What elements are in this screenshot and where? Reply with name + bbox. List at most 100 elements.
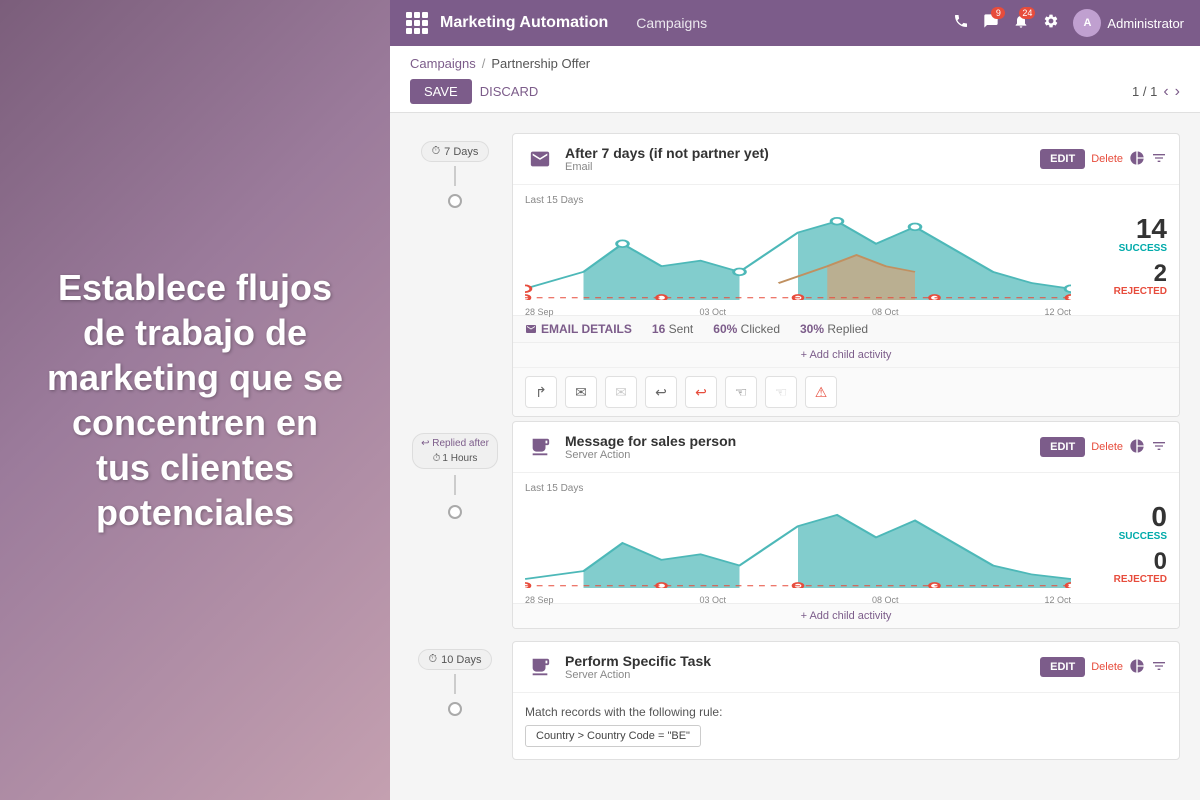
- replied-stat: 30% Replied: [800, 322, 868, 336]
- replied-connector: ↩ Replied after ⏱ 1 Hours: [410, 421, 500, 519]
- trigger-label-1: ⏱ 7 Days: [421, 141, 490, 162]
- chat-icon[interactable]: 9: [983, 13, 999, 34]
- flow-row-3: ⏱ 10 Days Perform Specific Task Server A…: [410, 641, 1180, 768]
- add-child-1[interactable]: + Add child activity: [513, 342, 1179, 367]
- rejected-label-2: REJECTED: [1087, 574, 1167, 585]
- card-actions-2: EDIT Delete: [1040, 437, 1167, 457]
- chart-label-2: Last 15 Days: [525, 483, 1071, 494]
- chart-icon-3[interactable]: [1129, 658, 1145, 677]
- clock-icon-1: ⏱: [432, 145, 441, 158]
- pagination-info: 1 / 1: [1132, 84, 1157, 99]
- card-actions-3: EDIT Delete: [1040, 657, 1167, 677]
- card-title-wrap-1: After 7 days (if not partner yet) Email: [565, 145, 1030, 173]
- chart-area-2: Last 15 Days: [513, 473, 1179, 603]
- add-child-2[interactable]: + Add child activity: [513, 603, 1179, 628]
- sent-stat: 16 Sent: [652, 322, 693, 336]
- breadcrumb-bar: Campaigns / Partnership Offer SAVE DISCA…: [390, 46, 1200, 113]
- left-panel: Establece flujos de trabajo de marketing…: [0, 0, 390, 800]
- action-icon-reply1[interactable]: ↩: [645, 376, 677, 408]
- action-bar: SAVE DISCARD 1 / 1 ‹ ›: [410, 79, 1180, 112]
- hero-text: Establece flujos de trabajo de marketing…: [40, 265, 350, 535]
- edit-button-3[interactable]: EDIT: [1040, 657, 1085, 677]
- bell-badge: 24: [1019, 7, 1035, 19]
- server-icon-3: [525, 652, 555, 682]
- chart-stats-2: 0 SUCCESS 0 REJECTED: [1087, 483, 1167, 593]
- action-icon-hand1[interactable]: ☜: [725, 376, 757, 408]
- avatar-initials: A: [1073, 9, 1101, 37]
- breadcrumb-campaigns[interactable]: Campaigns: [410, 56, 476, 71]
- success-num-1: 14: [1087, 215, 1167, 243]
- flow-dot-3: [448, 702, 462, 716]
- topbar: Marketing Automation Campaigns 9 24 A Ad…: [390, 0, 1200, 46]
- email-details-bar: EMAIL DETAILS 16 Sent 60% Clicked 30% Re…: [513, 315, 1179, 342]
- rejected-num-1: 2: [1087, 262, 1167, 286]
- action-icon-fork[interactable]: ↱: [525, 376, 557, 408]
- prev-button[interactable]: ‹: [1163, 83, 1168, 101]
- card-title-3: Perform Specific Task: [565, 653, 1030, 669]
- activity-card-3: Perform Specific Task Server Action EDIT…: [512, 641, 1180, 760]
- trigger-label-3: ⏱ 10 Days: [418, 649, 493, 670]
- flow-dot-1: [448, 194, 462, 208]
- trigger-1: ⏱ 7 Days: [410, 133, 500, 208]
- card-header-1: After 7 days (if not partner yet) Email …: [513, 134, 1179, 185]
- settings-icon[interactable]: [1043, 13, 1059, 34]
- card-actions-1: EDIT Delete: [1040, 149, 1167, 169]
- card-header-2: Message for sales person Server Action E…: [513, 422, 1179, 473]
- action-icons-row: ↱ ✉ ✉ ↩ ↩ ☜ ☜ ⚠: [513, 367, 1179, 416]
- filter-icon-1[interactable]: [1151, 150, 1167, 169]
- user-avatar[interactable]: A Administrator: [1073, 9, 1184, 37]
- action-icon-warning[interactable]: ⚠: [805, 376, 837, 408]
- action-icon-email1[interactable]: ✉: [565, 376, 597, 408]
- card-subtitle-3: Server Action: [565, 669, 1030, 681]
- next-button[interactable]: ›: [1175, 83, 1180, 101]
- chat-badge: 9: [991, 7, 1005, 19]
- breadcrumb-current: Partnership Offer: [491, 56, 590, 71]
- card-title-2: Message for sales person: [565, 433, 1030, 449]
- breadcrumb-separator: /: [482, 56, 486, 71]
- card-title-wrap-3: Perform Specific Task Server Action: [565, 653, 1030, 681]
- chart-x-labels-2: 28 Sep 03 Oct 08 Oct 12 Oct: [525, 595, 1071, 605]
- app-title: Marketing Automation: [440, 14, 608, 32]
- topbar-nav-campaigns[interactable]: Campaigns: [636, 15, 707, 31]
- edit-button-1[interactable]: EDIT: [1040, 149, 1085, 169]
- flow-line-3: [454, 674, 456, 694]
- chart-1: Last 15 Days: [525, 195, 1071, 305]
- discard-button[interactable]: DISCARD: [480, 84, 539, 99]
- server-icon-2: [525, 432, 555, 462]
- chart-stats-1: 14 SUCCESS 2 REJECTED: [1087, 195, 1167, 305]
- email-icon: [525, 144, 555, 174]
- success-label-1: SUCCESS: [1087, 243, 1167, 254]
- delete-button-1[interactable]: Delete: [1091, 153, 1123, 165]
- phone-icon[interactable]: [953, 13, 969, 34]
- edit-button-2[interactable]: EDIT: [1040, 437, 1085, 457]
- chart-area-1: Last 15 Days: [513, 185, 1179, 315]
- flow-row-2: ↩ Replied after ⏱ 1 Hours: [410, 421, 1180, 633]
- rejected-label-1: REJECTED: [1087, 286, 1167, 297]
- breadcrumb: Campaigns / Partnership Offer: [410, 56, 1180, 71]
- replied-label: ↩ Replied after ⏱ 1 Hours: [412, 433, 498, 469]
- bell-icon[interactable]: 24: [1013, 13, 1029, 34]
- flow-row-1: ⏱ 7 Days After 7 days (if not partner ye…: [410, 133, 1180, 421]
- filter-icon-2[interactable]: [1151, 438, 1167, 457]
- card-header-3: Perform Specific Task Server Action EDIT…: [513, 642, 1179, 693]
- filter-icon-3[interactable]: [1151, 658, 1167, 677]
- rule-value: Country > Country Code = "BE": [525, 725, 701, 747]
- chart-2: Last 15 Days: [525, 483, 1071, 593]
- chart-icon-1[interactable]: [1129, 150, 1145, 169]
- clock-icon-3: ⏱: [429, 653, 438, 666]
- chart-x-labels-1: 28 Sep 03 Oct 08 Oct 12 Oct: [525, 307, 1071, 317]
- save-button[interactable]: SAVE: [410, 79, 472, 104]
- card-title-wrap-2: Message for sales person Server Action: [565, 433, 1030, 461]
- action-icon-reply2[interactable]: ↩: [685, 376, 717, 408]
- delete-button-2[interactable]: Delete: [1091, 441, 1123, 453]
- chart-label-1: Last 15 Days: [525, 195, 1071, 206]
- chart-icon-2[interactable]: [1129, 438, 1145, 457]
- pagination: 1 / 1 ‹ ›: [1132, 83, 1180, 101]
- action-icon-hand2[interactable]: ☜: [765, 376, 797, 408]
- action-icon-email2[interactable]: ✉: [605, 376, 637, 408]
- email-details-label: EMAIL DETAILS: [525, 322, 632, 336]
- delete-button-3[interactable]: Delete: [1091, 661, 1123, 673]
- apps-icon[interactable]: [406, 12, 428, 34]
- topbar-icons: 9 24 A Administrator: [953, 9, 1184, 37]
- trigger-3: ⏱ 10 Days: [410, 641, 500, 716]
